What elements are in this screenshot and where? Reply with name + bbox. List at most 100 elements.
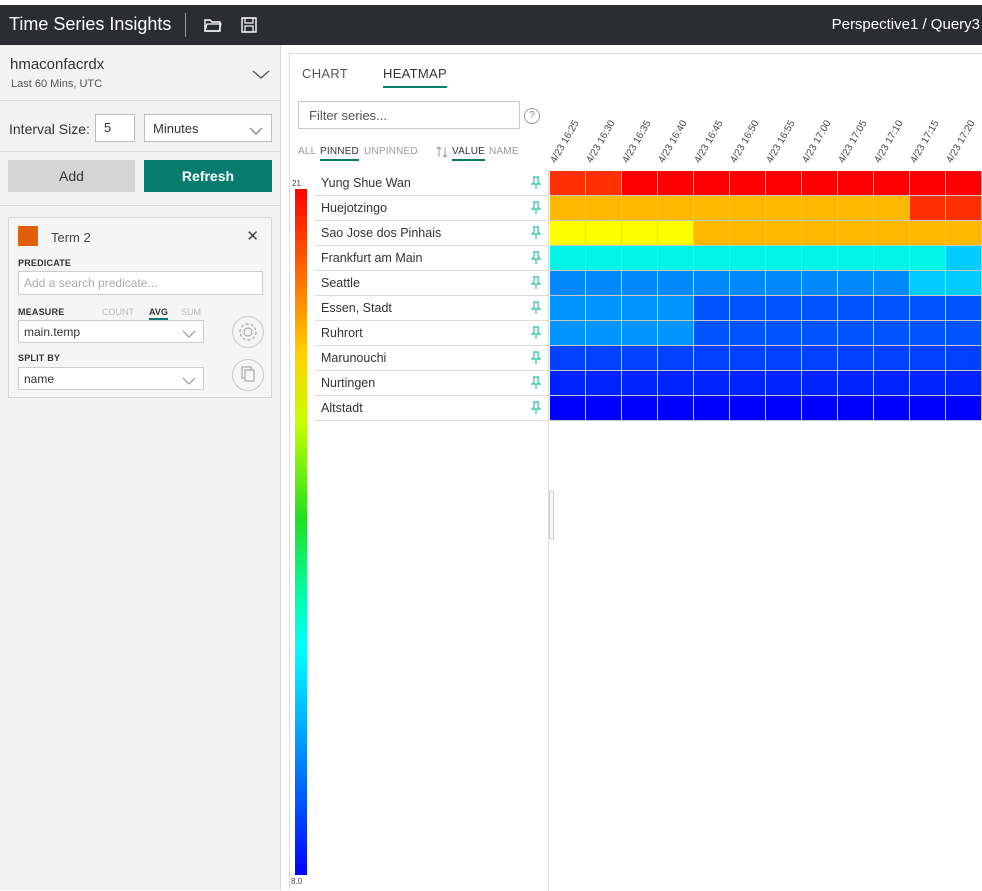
heatmap-cell[interactable] xyxy=(658,371,694,396)
heatmap-cell[interactable] xyxy=(910,271,946,296)
heatmap-cell[interactable] xyxy=(838,296,874,321)
heatmap-cell[interactable] xyxy=(838,196,874,221)
heatmap-cell[interactable] xyxy=(874,296,910,321)
heatmap-cell[interactable] xyxy=(802,371,838,396)
heatmap-cell[interactable] xyxy=(946,246,982,271)
heatmap-cell[interactable] xyxy=(658,221,694,246)
tab-heatmap[interactable]: HEATMAP xyxy=(383,66,447,88)
heatmap-cell[interactable] xyxy=(838,396,874,421)
series-row[interactable]: Seattle xyxy=(315,271,549,296)
heatmap-cell[interactable] xyxy=(658,196,694,221)
heatmap-cell[interactable] xyxy=(694,396,730,421)
heatmap-cell[interactable] xyxy=(622,296,658,321)
interval-size-input[interactable]: 5 xyxy=(95,114,135,142)
series-row[interactable]: Yung Shue Wan xyxy=(315,171,549,196)
refresh-button[interactable]: Refresh xyxy=(144,160,272,192)
heatmap-cell[interactable] xyxy=(550,371,586,396)
heatmap-cell[interactable] xyxy=(766,321,802,346)
heatmap-cell[interactable] xyxy=(622,371,658,396)
heatmap-cell[interactable] xyxy=(694,246,730,271)
add-button[interactable]: Add xyxy=(8,160,135,192)
sort-by-name[interactable]: NAME xyxy=(489,146,519,157)
heatmap-cell[interactable] xyxy=(802,271,838,296)
pin-icon[interactable] xyxy=(530,201,542,220)
heatmap-cell[interactable] xyxy=(730,271,766,296)
heatmap-cell[interactable] xyxy=(658,271,694,296)
heatmap-cell[interactable] xyxy=(874,396,910,421)
heatmap-cell[interactable] xyxy=(802,346,838,371)
heatmap-cell[interactable] xyxy=(910,246,946,271)
heatmap-cell[interactable] xyxy=(622,271,658,296)
heatmap-cell[interactable] xyxy=(874,371,910,396)
heatmap-cell[interactable] xyxy=(550,396,586,421)
heatmap-cell[interactable] xyxy=(838,221,874,246)
option-pinned[interactable]: PINNED xyxy=(320,146,359,161)
heatmap-cell[interactable] xyxy=(622,221,658,246)
series-row[interactable]: Huejotzingo xyxy=(315,196,549,221)
heatmap-cell[interactable] xyxy=(766,196,802,221)
save-icon[interactable] xyxy=(239,15,259,35)
heatmap-cell[interactable] xyxy=(766,396,802,421)
heatmap-cell[interactable] xyxy=(802,171,838,196)
heatmap-cell[interactable] xyxy=(550,296,586,321)
heatmap-cell[interactable] xyxy=(586,221,622,246)
heatmap-cell[interactable] xyxy=(730,221,766,246)
heatmap-cell[interactable] xyxy=(694,221,730,246)
heatmap-cell[interactable] xyxy=(694,346,730,371)
heatmap-cell[interactable] xyxy=(910,296,946,321)
heatmap-cell[interactable] xyxy=(766,246,802,271)
heatmap-cell[interactable] xyxy=(802,246,838,271)
heatmap-cell[interactable] xyxy=(946,296,982,321)
series-row[interactable]: Altstadt xyxy=(315,396,549,421)
heatmap-cell[interactable] xyxy=(802,396,838,421)
heatmap-cell[interactable] xyxy=(838,246,874,271)
heatmap-cell[interactable] xyxy=(622,196,658,221)
sort-icon[interactable] xyxy=(436,145,448,163)
pin-icon[interactable] xyxy=(530,176,542,195)
heatmap-cell[interactable] xyxy=(910,346,946,371)
heatmap-cell[interactable] xyxy=(946,171,982,196)
heatmap-cell[interactable] xyxy=(730,296,766,321)
help-icon[interactable]: ? xyxy=(524,108,540,124)
heatmap-cell[interactable] xyxy=(586,396,622,421)
heatmap-cell[interactable] xyxy=(694,171,730,196)
heatmap-cell[interactable] xyxy=(946,321,982,346)
heatmap-cell[interactable] xyxy=(946,396,982,421)
series-row[interactable]: Nurtingen xyxy=(315,371,549,396)
heatmap-cell[interactable] xyxy=(766,346,802,371)
heatmap-cell[interactable] xyxy=(838,346,874,371)
series-row[interactable]: Ruhrort xyxy=(315,321,549,346)
series-row[interactable]: Marunouchi xyxy=(315,346,549,371)
heatmap-cell[interactable] xyxy=(838,271,874,296)
heatmap-cell[interactable] xyxy=(874,271,910,296)
heatmap-cell[interactable] xyxy=(586,296,622,321)
option-unpinned[interactable]: UNPINNED xyxy=(364,146,418,157)
pin-icon[interactable] xyxy=(530,301,542,320)
folder-open-icon[interactable] xyxy=(203,15,223,35)
heatmap-cell[interactable] xyxy=(586,371,622,396)
heatmap-cell[interactable] xyxy=(586,246,622,271)
heatmap-cell[interactable] xyxy=(910,321,946,346)
pin-icon[interactable] xyxy=(530,326,542,345)
heatmap-cell[interactable] xyxy=(874,196,910,221)
heatmap-cell[interactable] xyxy=(730,196,766,221)
heatmap-cell[interactable] xyxy=(946,271,982,296)
heatmap-cell[interactable] xyxy=(766,171,802,196)
heatmap-cell[interactable] xyxy=(874,221,910,246)
close-icon[interactable]: ✕ xyxy=(246,227,259,245)
heatmap-cell[interactable] xyxy=(550,271,586,296)
heatmap-cell[interactable] xyxy=(874,171,910,196)
heatmap-cell[interactable] xyxy=(586,321,622,346)
heatmap-cell[interactable] xyxy=(874,346,910,371)
pin-icon[interactable] xyxy=(530,351,542,370)
heatmap-cell[interactable] xyxy=(910,221,946,246)
heatmap-cell[interactable] xyxy=(910,196,946,221)
resize-handle[interactable] xyxy=(549,491,554,539)
heatmap-cell[interactable] xyxy=(766,221,802,246)
series-row[interactable]: Frankfurt am Main xyxy=(315,246,549,271)
heatmap-cell[interactable] xyxy=(730,321,766,346)
heatmap-cell[interactable] xyxy=(694,371,730,396)
measure-select[interactable]: main.temp xyxy=(18,320,204,343)
pin-icon[interactable] xyxy=(530,276,542,295)
tab-chart[interactable]: CHART xyxy=(302,66,348,81)
